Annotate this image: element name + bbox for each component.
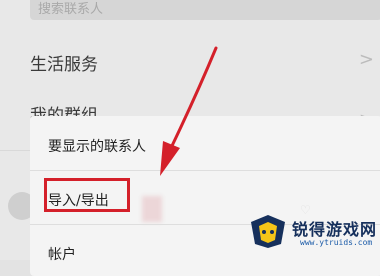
arrow-shaft — [168, 46, 218, 152]
watermark-title: 锐得游戏网 — [292, 220, 378, 239]
arrow-head — [160, 141, 180, 176]
watermark: 锐得游戏网 www.ytruids.com — [248, 210, 376, 254]
gamepad-logo-icon — [251, 215, 285, 248]
watermark-url: www.ytruids.com — [300, 238, 373, 247]
